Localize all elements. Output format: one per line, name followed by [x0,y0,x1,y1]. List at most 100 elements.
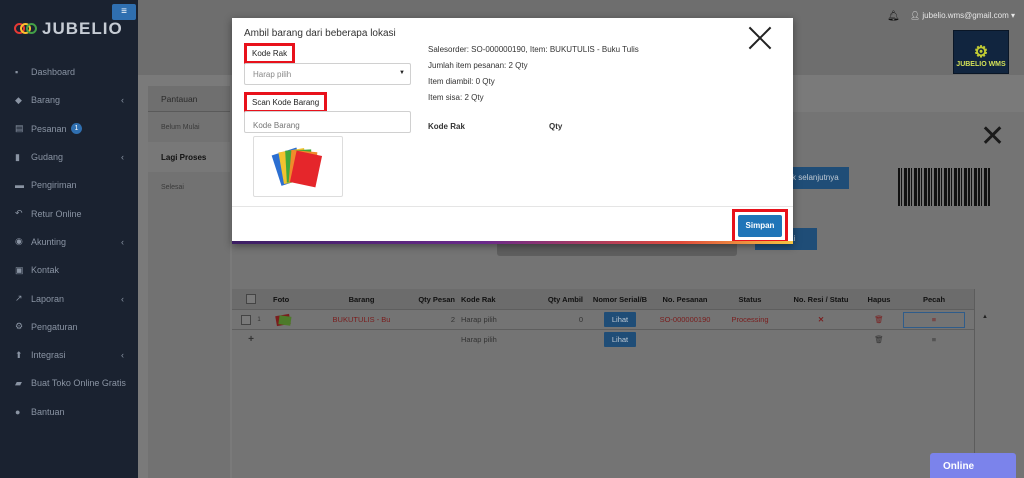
menu-toggle-button[interactable]: ≡ [112,4,136,20]
row-checkbox[interactable] [241,314,252,325]
kode-rak-placeholder: Harap pilih [253,70,292,79]
user-icon: 👤︎ [910,11,923,20]
sidebar-item-laporan[interactable]: ↗ Laporan ‹ [0,284,138,312]
row-status: Processing [731,315,769,324]
jubelio-logo-icon [14,22,38,36]
subtabs: Pantauan Belum Mulai Lagi Proses Selesai [148,86,230,478]
sidebar-item-pesanan[interactable]: ▤ Pesanan 1 [0,115,138,143]
product-thumbnail-icon [275,313,292,326]
simpan-button[interactable]: Simpan [738,215,782,237]
col-qty-ambil: Qty Ambil [547,294,583,304]
return-icon: ↶ [15,208,23,219]
brand-logo[interactable]: JUBELIO ≡ [0,0,138,58]
wms-logo: ⚙ JUBELIO WMS [953,30,1009,74]
tab-belum-mulai[interactable]: Belum Mulai [148,112,230,142]
add-row-icon[interactable]: + [248,334,254,345]
sidebar-item-label: Pengaturan [31,321,78,332]
col-hapus: Hapus [867,294,891,304]
panel-divider [497,244,737,256]
kode-rak-label: Kode Rak [247,46,293,61]
sidebar-item-pengaturan[interactable]: ⚙ Pengaturan [0,313,138,341]
modal-divider [232,206,793,207]
gudang-icon: ▮ [15,151,20,162]
col-qty-pesan: Qty Pesan [418,294,455,304]
product-image [253,136,343,197]
chevron-down-icon: ▼ [399,70,405,76]
table-scrollbar-track[interactable] [974,289,975,478]
scan-kode-barang-input[interactable] [244,111,411,133]
items-table: Foto Barang Qty Pesan Kode Rak Qty Ambil… [232,289,974,349]
split-icon: ≡ [931,315,937,324]
simpan-highlight: Simpan [732,209,788,243]
barcode-image [898,168,990,206]
tab-selesai[interactable]: Selesai [148,172,230,202]
wms-logo-text: JUBELIO WMS [956,61,1006,68]
tab-pantauan[interactable]: Pantauan [148,86,230,112]
tab-lagi-proses[interactable]: Lagi Proses [148,142,230,172]
sidebar-item-label: Pengiriman [31,180,77,191]
trash-icon[interactable]: 🗑︎ [874,335,884,344]
row-kode-rak-select[interactable]: Harap pilih [458,330,518,349]
col-no-resi: No. Resi / Statu [793,294,849,304]
sidebar-item-akunting[interactable]: ◉ Akunting ‹ [0,228,138,256]
sidebar-item-buat-toko-online-gratis[interactable]: ▰ Buat Toko Online Gratis [0,369,138,397]
chart-icon: ↗ [15,293,23,304]
modal-close-icon[interactable] [747,25,773,51]
sidebar-item-label: Buat Toko Online Gratis [31,378,126,389]
row-thumbnail [270,310,328,329]
row-no-pesanan[interactable]: SO-000000190 [654,310,716,329]
sidebar-item-label: Pesanan [31,123,67,134]
row-qty-ambil[interactable]: 0 [518,310,586,329]
online-chat-button[interactable]: Online [930,453,1016,478]
row-index: 1 [257,316,261,323]
sidebar-item-kontak[interactable]: ▣ Kontak [0,256,138,284]
chevron-left-icon: ‹ [121,152,124,163]
sidebar-item-gudang[interactable]: ▮ Gudang ‹ [0,143,138,171]
next-button[interactable]: k selanjutnya [789,167,849,189]
kode-rak-select[interactable]: Harap pilih ▼ [244,63,411,85]
sidebar-item-label: Barang [31,95,61,106]
diambil-info: Item diambil: 0 Qty [428,77,495,86]
pecah-button[interactable]: ≡ [903,311,965,328]
sidebar-item-label: Retur Online [31,208,82,219]
user-menu[interactable]: 👤︎ jubelio.wms@gmail.com ▾ [910,11,1015,20]
sidebar-item-label: Laporan [31,293,65,304]
sidebar-item-label: Gudang [31,152,64,163]
scan-highlight: Scan Kode Barang [244,92,328,113]
trash-icon[interactable]: 🗑︎ [874,315,884,324]
scroll-up-icon[interactable]: ▲ [982,314,988,320]
sidebar-nav: ▪ Dashboard ◆ Barang ‹ ▤ Pesanan 1 ▮ Gudang ‹ ▬ Peng… [0,58,138,426]
bell-icon[interactable]: 🔔︎ [887,11,900,22]
lihat-button[interactable]: Lihat [603,332,637,347]
panel-close-icon[interactable]: ✕ [980,122,1005,152]
salesorder-info: Salesorder: SO-000000190, Item: BUKUTULI… [428,45,639,54]
sidebar-item-pengiriman[interactable]: ▬ Pengiriman [0,171,138,199]
sidebar-item-integrasi[interactable]: ⬆ Integrasi ‹ [0,341,138,369]
lihat-button[interactable]: Lihat [603,312,637,327]
brand-name: JUBELIO [42,19,123,38]
sidebar-item-retur-online[interactable]: ↶ Retur Online [0,199,138,227]
truck-icon: ▬ [15,180,24,191]
cart-icon: ▰ [15,377,22,388]
product-folders-image [271,146,323,187]
akunting-icon: ◉ [15,236,23,247]
col-barang: Barang [348,294,375,304]
col-no-pesanan: No. Pesanan [662,294,708,304]
select-all-checkbox[interactable] [232,289,270,309]
wms-logo-icon: ⚙ [973,44,989,61]
dashboard-icon: ▪ [15,67,19,78]
split-icon[interactable]: ≡ [932,335,936,344]
table-row: + Harap pilih Lihat 🗑︎ ≡ [232,329,974,349]
row-barang[interactable]: BUKUTULIS - Bu [328,310,395,329]
sisa-info: Item sisa: 2 Qty [428,93,484,102]
sidebar-item-dashboard[interactable]: ▪ Dashboard [0,58,138,86]
sidebar-item-bantuan[interactable]: ● Bantuan [0,398,138,426]
modal-title: Ambil barang dari beberapa lokasi [244,28,396,39]
row-kode-rak-select[interactable]: Harap pilih [458,310,518,329]
pesanan-count-badge: 1 [70,123,83,135]
contact-icon: ▣ [15,264,24,275]
sidebar-item-barang[interactable]: ◆ Barang ‹ [0,86,138,114]
kode-rak-highlight: Kode Rak [244,43,296,64]
col-nomor-serial: Nomor Serial/B [592,294,648,304]
col-kode-rak: Kode Rak [461,294,496,304]
